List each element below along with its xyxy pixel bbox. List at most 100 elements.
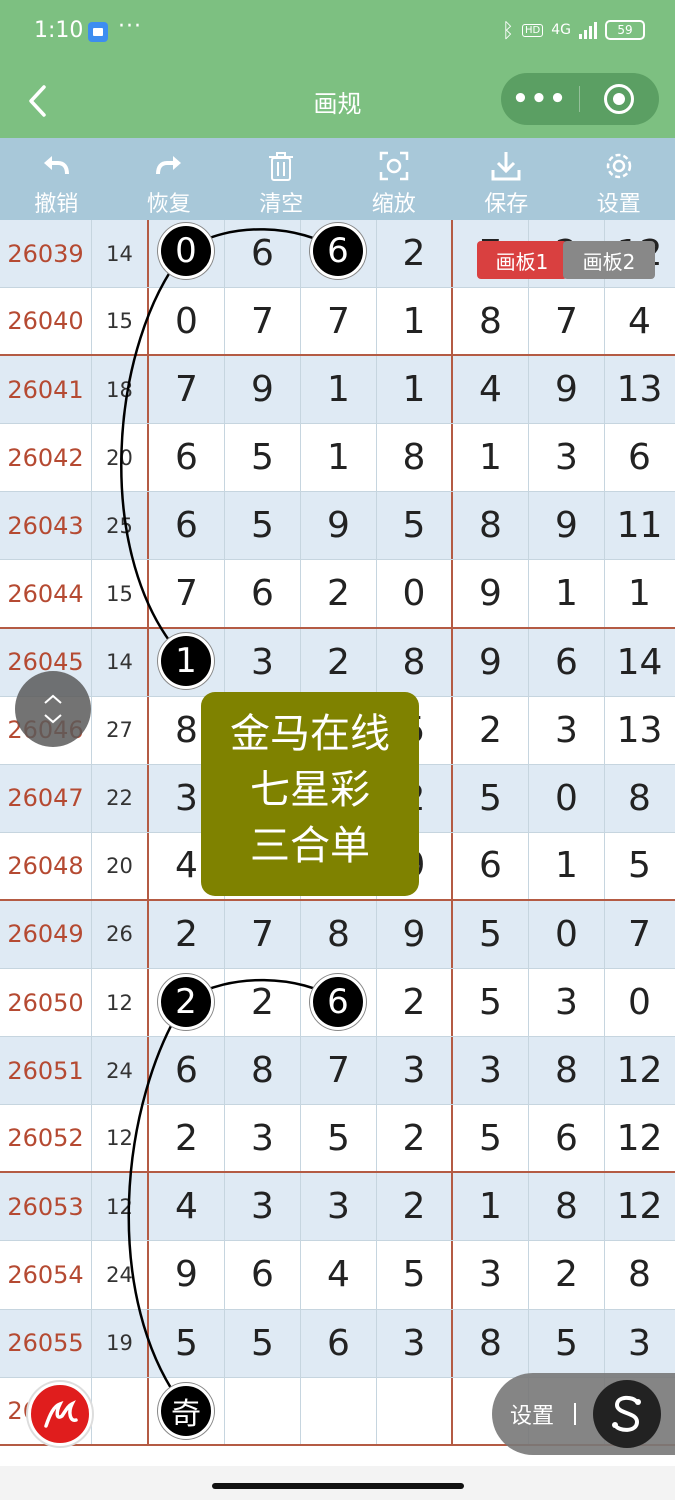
number-cell[interactable]: 6 <box>529 1105 605 1172</box>
number-cell[interactable]: 9 <box>149 1241 225 1309</box>
number-cell[interactable]: 5 <box>529 1309 605 1377</box>
number-cell[interactable]: 7 <box>149 560 225 627</box>
number-cell[interactable]: 12 <box>605 1037 674 1104</box>
marked-ball[interactable]: 2 <box>158 974 214 1030</box>
number-cell[interactable]: 3 <box>301 1173 377 1241</box>
number-cell[interactable]: 5 <box>605 833 674 899</box>
number-cell[interactable]: 9 <box>301 492 377 560</box>
pen-tool-button[interactable] <box>28 1382 92 1446</box>
tab-board1[interactable]: 画板1 <box>477 241 567 279</box>
scroll-toggle-button[interactable] <box>15 671 91 747</box>
marked-ball[interactable]: 6 <box>310 223 366 279</box>
number-cell[interactable]: 3 <box>529 696 605 764</box>
number-cell[interactable]: 5 <box>225 424 301 492</box>
redo-button[interactable]: 恢复 <box>113 138 226 220</box>
number-cell[interactable]: 8 <box>529 1173 605 1241</box>
number-cell[interactable]: 8 <box>453 288 529 355</box>
undo-button[interactable]: 撤销 <box>0 138 113 220</box>
number-cell[interactable]: 2 <box>225 969 301 1037</box>
number-cell[interactable]: 2 <box>149 900 225 969</box>
settings-button[interactable]: 设置 <box>563 138 675 220</box>
marked-ball[interactable]: 1 <box>158 633 214 689</box>
number-cell[interactable]: 9 <box>453 560 529 627</box>
number-cell[interactable]: 3 <box>453 1241 529 1309</box>
number-cell[interactable]: 1 <box>453 1173 529 1241</box>
number-cell[interactable]: 4 <box>605 288 674 354</box>
number-cell[interactable]: 0 <box>529 764 605 832</box>
number-cell[interactable]: 8 <box>529 1037 605 1105</box>
save-button[interactable]: 保存 <box>450 138 563 220</box>
number-cell[interactable]: 3 <box>453 1037 529 1105</box>
floating-settings[interactable]: 设置 <box>492 1373 675 1455</box>
number-cell[interactable]: 5 <box>225 1309 301 1377</box>
table-row[interactable]: 26040 15 0 7 7 1 8 7 4 <box>0 288 675 357</box>
number-cell[interactable]: 9 <box>225 356 301 424</box>
table-row[interactable]: 26042 20 6 5 1 8 1 3 6 <box>0 424 675 493</box>
number-cell[interactable]: 3 <box>225 1173 301 1241</box>
number-cell[interactable]: 8 <box>377 424 453 492</box>
number-cell[interactable]: 5 <box>149 1309 225 1377</box>
number-cell[interactable]: 6 <box>605 424 674 491</box>
number-cell[interactable]: 12 <box>605 1173 674 1240</box>
number-cell[interactable]: 1 <box>605 560 674 626</box>
marked-ball-odd[interactable]: 奇 <box>158 1383 214 1439</box>
number-cell[interactable]: 3 <box>225 1105 301 1172</box>
number-cell[interactable]: 1 <box>377 356 453 424</box>
clear-button[interactable]: 清空 <box>225 138 338 220</box>
number-cell[interactable]: 5 <box>453 1105 529 1172</box>
table-row[interactable]: 26054 24 9 6 4 5 3 2 8 <box>0 1241 675 1310</box>
number-cell[interactable]: 8 <box>605 1241 674 1308</box>
table-row[interactable]: 26055 19 5 5 6 3 8 5 3 <box>0 1309 675 1378</box>
number-cell[interactable]: 3 <box>377 1037 453 1105</box>
number-cell[interactable]: 2 <box>149 1105 225 1172</box>
number-cell[interactable]: 6 <box>225 220 301 288</box>
number-cell[interactable]: 6 <box>149 424 225 492</box>
number-cell[interactable]: 12 <box>605 1105 674 1171</box>
number-cell[interactable]: 3 <box>529 424 605 492</box>
number-cell[interactable]: 9 <box>453 628 529 696</box>
number-cell[interactable]: 9 <box>377 900 453 969</box>
number-cell[interactable]: 7 <box>301 1037 377 1105</box>
number-cell[interactable]: 0 <box>377 560 453 627</box>
number-cell[interactable]: 1 <box>453 424 529 492</box>
more-icon[interactable]: ••• <box>501 86 579 112</box>
number-cell[interactable]: 2 <box>377 969 453 1037</box>
number-cell[interactable]: 2 <box>529 1241 605 1309</box>
table-row[interactable]: 26043 25 6 5 9 5 8 9 11 <box>0 492 675 561</box>
number-cell[interactable]: 5 <box>301 1105 377 1172</box>
number-cell[interactable]: 2 <box>301 560 377 627</box>
number-cell[interactable]: 1 <box>301 356 377 424</box>
number-cell[interactable] <box>377 1377 453 1444</box>
number-cell[interactable]: 14 <box>605 629 674 696</box>
number-cell[interactable]: 8 <box>605 765 674 832</box>
number-cell[interactable]: 6 <box>149 492 225 560</box>
number-cell[interactable]: 1 <box>529 560 605 627</box>
number-cell[interactable]: 7 <box>225 288 301 355</box>
number-cell[interactable]: 6 <box>301 1309 377 1377</box>
number-cell[interactable]: 2 <box>377 1105 453 1172</box>
table-row[interactable]: 260451413289614 <box>0 628 675 697</box>
tab-board2[interactable]: 画板2 <box>563 241 655 279</box>
number-cell[interactable]: 7 <box>529 288 605 355</box>
number-cell[interactable]: 9 <box>529 356 605 424</box>
number-cell[interactable]: 8 <box>377 628 453 696</box>
table-row[interactable]: 26044 15 7 6 2 0 9 1 1 <box>0 560 675 629</box>
number-cell[interactable]: 2 <box>377 220 453 288</box>
number-cell[interactable]: 7 <box>301 288 377 355</box>
number-cell[interactable]: 8 <box>225 1037 301 1105</box>
number-cell[interactable]: 0 <box>529 900 605 969</box>
home-indicator[interactable] <box>212 1483 464 1489</box>
number-cell[interactable]: 11 <box>605 492 674 559</box>
number-cell[interactable]: 6 <box>225 560 301 627</box>
table-row[interactable]: 26041 18 7 9 1 1 4 9 13 <box>0 356 675 425</box>
number-cell[interactable]: 0 <box>605 969 674 1036</box>
marked-ball[interactable]: 0 <box>158 223 214 279</box>
number-cell[interactable]: 2 <box>453 696 529 764</box>
number-cell[interactable]: 13 <box>605 697 674 764</box>
number-cell[interactable]: 3 <box>377 1309 453 1377</box>
number-cell[interactable]: 0 <box>149 288 225 355</box>
number-cell[interactable]: 1 <box>377 288 453 355</box>
number-cell[interactable]: 4 <box>149 1173 225 1241</box>
number-cell[interactable]: 6 <box>529 628 605 696</box>
number-cell[interactable]: 7 <box>149 356 225 424</box>
